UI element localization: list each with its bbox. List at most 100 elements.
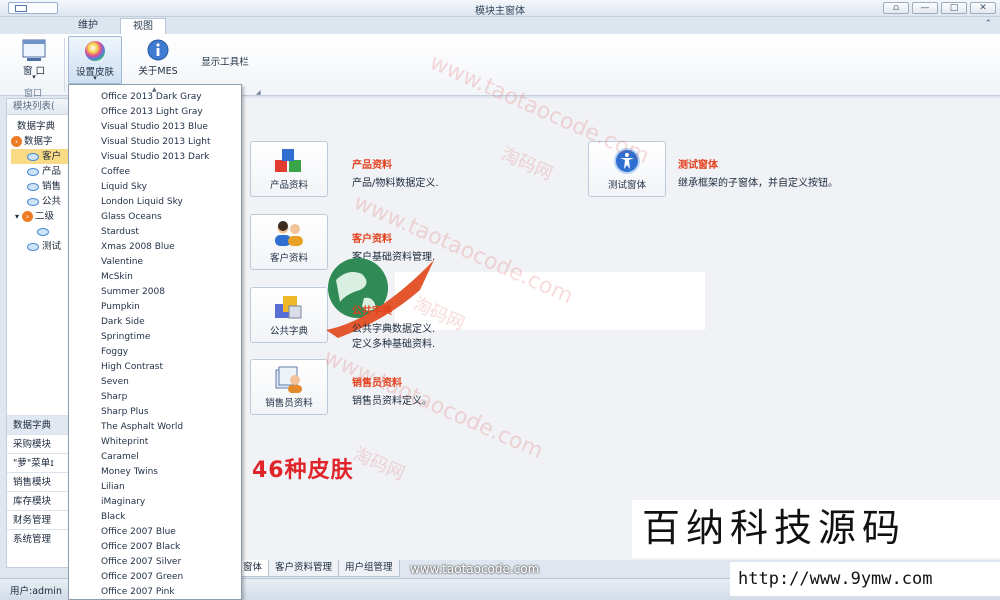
skin-menu-item[interactable]: Pumpkin <box>101 302 140 312</box>
color-palette-icon <box>85 41 105 61</box>
skin-menu-item[interactable]: Office 2013 Light Gray <box>101 107 203 117</box>
skin-menu-item[interactable]: Office 2007 Green <box>101 572 183 582</box>
tile-label: 测试窗体 <box>607 180 646 191</box>
tree-item[interactable]: 公共 <box>11 194 69 209</box>
skin-menu-item[interactable]: London Liquid Sky <box>101 197 183 207</box>
cubes-icon <box>275 149 301 172</box>
skin-menu-item[interactable]: Office 2007 Blue <box>101 527 176 537</box>
skin-menu-item[interactable]: Valentine <box>101 257 143 267</box>
skin-menu-item[interactable]: Money Twins <box>101 467 158 477</box>
tree-item[interactable]: ▾ › 二级 <box>11 209 69 224</box>
skin-menu-item[interactable]: Glass Oceans <box>101 212 162 222</box>
tree-item[interactable]: 客户 <box>11 149 69 164</box>
users-icon <box>275 221 303 246</box>
skin-dropdown-menu: ▲ Office 2013 Dark Gray Office 2013 Light… <box>68 84 242 600</box>
skin-menu-item[interactable]: Liquid Sky <box>101 182 147 192</box>
skin-menu-item[interactable]: Summer 2008 <box>101 287 165 297</box>
tree-item[interactable] <box>11 224 69 239</box>
tree-item-label: 销售 <box>42 181 62 192</box>
tile-desc-product: 产品资料 产品/物料数据定义. <box>352 156 439 189</box>
nav-data-dictionary[interactable]: 数据字典 <box>7 415 69 434</box>
about-mes-button[interactable]: 关于MES <box>130 36 186 84</box>
skin-menu-item[interactable]: Black <box>101 512 125 522</box>
skin-menu-item[interactable]: Foggy <box>101 347 128 357</box>
collapse-ribbon-button[interactable]: ⌃ <box>984 19 992 29</box>
skin-menu-item[interactable]: Whiteprint <box>101 437 148 447</box>
tree-item[interactable]: 数据字典 <box>11 119 69 134</box>
skin-menu-item[interactable]: Lilian <box>101 482 125 492</box>
info-icon <box>147 39 169 61</box>
skin-menu-item[interactable]: Visual Studio 2013 Blue <box>101 122 208 132</box>
module-list-panel: 模块列表( 数据字典 › 数据字 客户 产品 销售 公共 ▾ › 二级 测试 数据字典… <box>6 98 70 568</box>
doc-tab-customer[interactable]: 客户资料管理 <box>268 560 340 577</box>
close-button[interactable]: ✕ <box>970 2 996 14</box>
skin-menu-item[interactable]: Dark Side <box>101 317 145 327</box>
restore-layout-button[interactable]: ⩍ <box>883 2 909 14</box>
tree-item[interactable]: 产品 <box>11 164 69 179</box>
tile-product[interactable]: 产品资料 <box>250 141 328 197</box>
skin-menu-item[interactable]: Caramel <box>101 452 139 462</box>
tree-item-label: 客户 <box>42 151 62 162</box>
tile-title: 产品资料 <box>352 160 392 171</box>
tree-item-label: 数据字典 <box>17 121 56 132</box>
nav-inventory[interactable]: 库存模块 <box>7 491 69 510</box>
nav-purchase[interactable]: 采购模块 <box>7 434 69 453</box>
tile-title: 公共字典 <box>352 306 392 317</box>
skin-menu-item[interactable]: Office 2013 Dark Gray <box>101 92 202 102</box>
tab-maintain[interactable]: 维护 <box>66 18 110 34</box>
tree-item[interactable]: 销售 <box>11 179 69 194</box>
tree-item[interactable]: 测试 <box>11 239 69 254</box>
ribbon-tab-row: 维护 视图 ⌃ <box>0 17 1000 34</box>
skin-menu-item[interactable]: High Contrast <box>101 362 163 372</box>
tree-item[interactable]: › 数据字 <box>11 134 69 149</box>
skin-menu-item[interactable]: McSkin <box>101 272 133 282</box>
skin-menu-item[interactable]: Office 2007 Pink <box>101 587 175 597</box>
module-list-header: 模块列表( <box>7 99 69 115</box>
form-node-icon <box>27 152 39 161</box>
brand-url-watermark: http://www.9ymw.com <box>730 562 1000 596</box>
nav-system[interactable]: 系统管理 <box>7 529 69 548</box>
skin-menu-item[interactable]: Sharp Plus <box>101 407 149 417</box>
skin-menu-item[interactable]: Visual Studio 2013 Light <box>101 137 210 147</box>
nav-finance[interactable]: 财务管理 <box>7 510 69 529</box>
skin-menu-item[interactable]: Seven <box>101 377 129 387</box>
watermark-url-strip: www.taotaocode.com <box>410 562 540 576</box>
tile-description: 公共字典数据定义. <box>352 324 436 335</box>
skin-button[interactable]: 设置皮肤 ▾ <box>68 36 122 84</box>
skin-menu-item[interactable]: Visual Studio 2013 Dark <box>101 152 209 162</box>
form-node-icon <box>27 242 39 251</box>
doc-tab-usergroup[interactable]: 用户组管理 <box>338 560 400 577</box>
form-node-icon <box>27 182 39 191</box>
tile-description: 销售员资料定义。 <box>352 396 432 407</box>
expand-icon[interactable]: ▾ <box>15 212 19 221</box>
window-button[interactable]: 窗 口 ▾ <box>6 36 62 84</box>
minimize-button[interactable]: — <box>912 2 938 14</box>
tile-description-2: 定义多种基础资料. <box>352 339 436 350</box>
skin-menu-item[interactable]: iMaginary <box>101 497 145 507</box>
tile-title: 客户资料 <box>352 234 392 245</box>
tile-description: 继承框架的子窗体，并自定义按钮。 <box>678 178 838 189</box>
tile-salesperson[interactable]: 销售员资料 <box>250 359 328 415</box>
skin-menu-item[interactable]: Sharp <box>101 392 127 402</box>
dictionary-icon <box>275 296 302 319</box>
tile-desc-common: 公共字典 公共字典数据定义. 定义多种基础资料. <box>352 302 435 350</box>
nav-menu[interactable]: "萝"菜单ɪ <box>7 453 69 472</box>
form-node-icon <box>37 227 49 236</box>
show-toolbar-button[interactable]: 显示工具栏 <box>192 36 258 84</box>
accessibility-icon <box>614 148 640 174</box>
window-icon <box>22 39 46 61</box>
tile-test-form[interactable]: 测试窗体 <box>588 141 666 197</box>
skin-menu-item[interactable]: Office 2007 Black <box>101 542 180 552</box>
skin-menu-item[interactable]: The Asphalt World <box>101 422 183 432</box>
skin-menu-item[interactable]: Stardust <box>101 227 139 237</box>
chevron-down-icon: ▾ <box>93 74 97 82</box>
group-dialog-launcher-icon[interactable]: ◢ <box>256 89 261 96</box>
skin-menu-item[interactable]: Coffee <box>101 167 130 177</box>
form-node-icon <box>27 197 39 206</box>
nav-sales[interactable]: 销售模块 <box>7 472 69 491</box>
tab-view[interactable]: 视图 <box>120 18 166 34</box>
skin-menu-item[interactable]: Xmas 2008 Blue <box>101 242 175 252</box>
skin-menu-item[interactable]: Springtime <box>101 332 150 342</box>
skin-menu-item[interactable]: Office 2007 Silver <box>101 557 181 567</box>
maximize-button[interactable]: □ <box>941 2 967 14</box>
